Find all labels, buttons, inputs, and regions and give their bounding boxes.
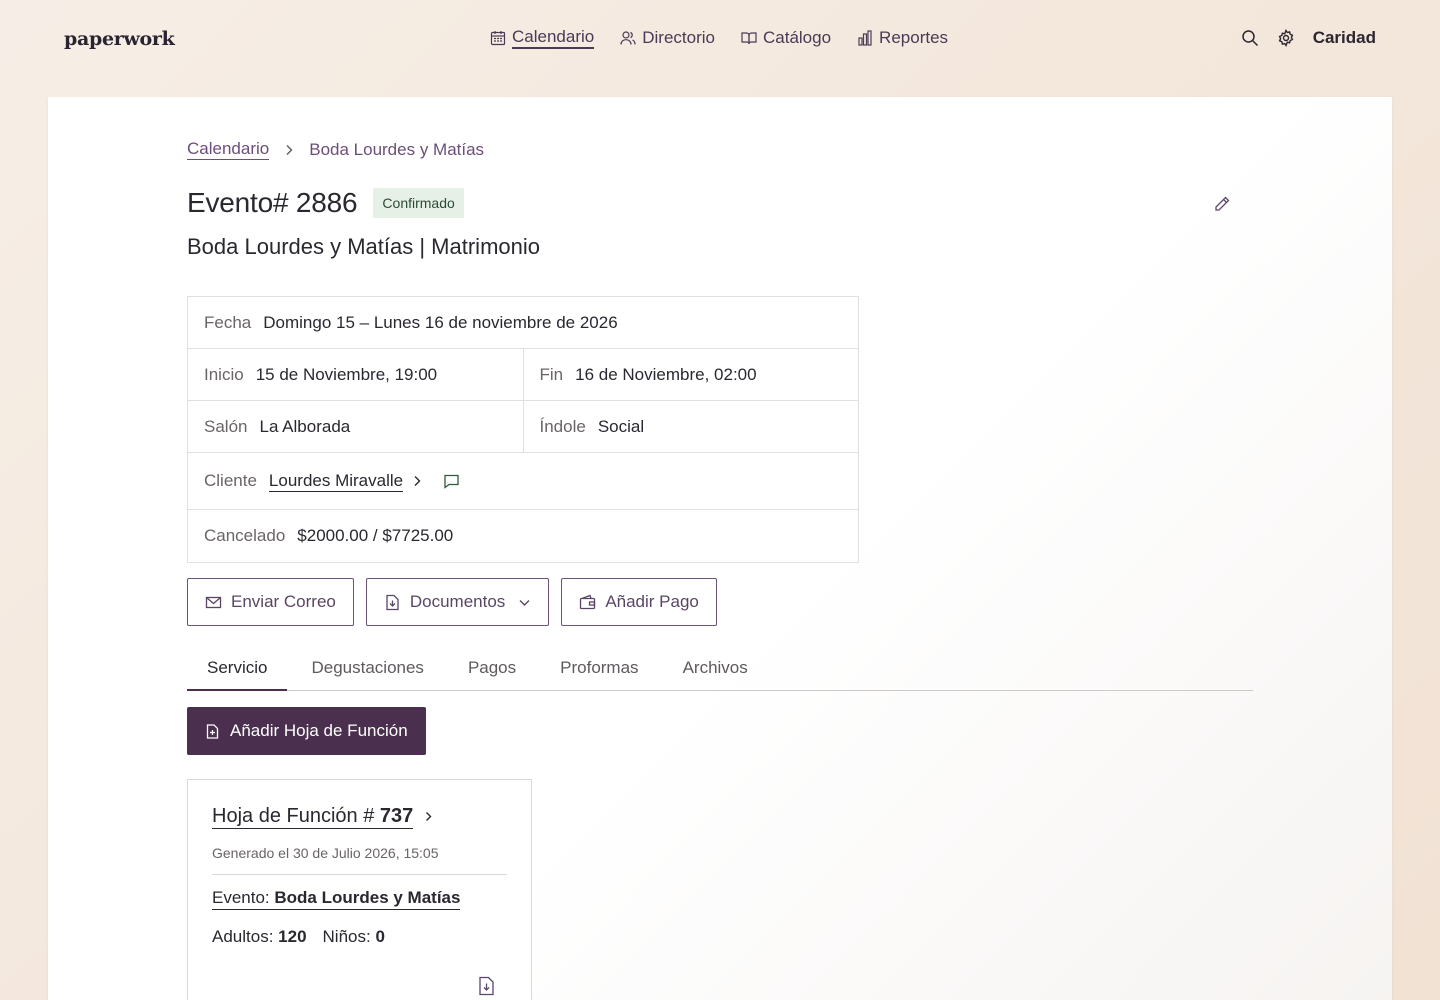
chevron-down-icon xyxy=(519,599,530,606)
cancelado-value: $2000.00 / $7725.00 xyxy=(297,526,454,545)
detail-cell: Salón La Alborada xyxy=(188,401,523,452)
detail-row-cliente: Cliente Lourdes Miravalle xyxy=(188,453,858,510)
detail-row-horario: Inicio 15 de Noviembre, 19:00 Fin 16 de … xyxy=(188,349,858,401)
tab-archivos[interactable]: Archivos xyxy=(663,646,768,690)
add-payment-label: Añadir Pago xyxy=(605,592,699,611)
user-name[interactable]: Caridad xyxy=(1313,28,1376,48)
children-label: Niños: xyxy=(322,927,376,946)
breadcrumb-link-calendario[interactable]: Calendario xyxy=(187,139,270,160)
documents-label: Documentos xyxy=(409,592,506,611)
fecha-value: Domingo 15 – Lunes 16 de noviembre de 20… xyxy=(263,312,618,332)
chevron-right-icon xyxy=(286,144,293,155)
cancelado-label: Cancelado xyxy=(204,526,286,545)
tab-servicio[interactable]: Servicio xyxy=(187,646,288,691)
chevron-right-icon[interactable] xyxy=(411,475,423,487)
book-icon xyxy=(741,32,757,45)
indole-label: Índole xyxy=(539,416,586,436)
top-bar: paperwork Calendario Directorio Catálogo… xyxy=(0,0,1440,80)
fin-label: Fin xyxy=(539,364,564,384)
function-sheet-card: Hoja de Función # 737 Generado el 30 de … xyxy=(187,779,532,1000)
tab-bar: Servicio Degustaciones Pagos Proformas A… xyxy=(187,646,1253,691)
detail-cell: Cancelado $2000.00 / $7725.00 xyxy=(188,510,858,562)
indole-value: Social xyxy=(597,416,645,436)
nav-item-calendario[interactable]: Calendario xyxy=(490,26,595,50)
status-badge: Confirmado xyxy=(373,188,464,218)
gear-icon[interactable] xyxy=(1277,29,1295,47)
nav-item-catalogo[interactable]: Catálogo xyxy=(741,26,831,50)
add-function-sheet-button[interactable]: Añadir Hoja de Función xyxy=(187,707,426,755)
detail-cell: Fin 16 de Noviembre, 02:00 xyxy=(522,349,859,400)
nav-item-directorio[interactable]: Directorio xyxy=(620,26,715,50)
salon-value: La Alborada xyxy=(259,416,351,436)
sheet-generated-date: Generado el 30 de Julio 2026, 15:05 xyxy=(212,845,507,875)
sheet-title-prefix: Hoja de Función # xyxy=(212,805,380,827)
documents-dropdown-button[interactable]: Documentos xyxy=(365,578,550,626)
sheet-title-link[interactable]: Hoja de Función # 737 xyxy=(212,804,414,829)
inicio-value: 15 de Noviembre, 19:00 xyxy=(255,364,438,384)
top-right-controls: Caridad xyxy=(1241,28,1376,48)
main-nav: Calendario Directorio Catálogo Reportes xyxy=(490,26,948,50)
file-plus-icon xyxy=(206,723,219,739)
children-value: 0 xyxy=(375,927,385,946)
nav-label: Reportes xyxy=(879,28,949,47)
chevron-right-icon[interactable] xyxy=(423,811,434,822)
message-icon[interactable] xyxy=(443,473,460,490)
adults-value: 120 xyxy=(278,927,307,946)
add-function-sheet-label: Añadir Hoja de Función xyxy=(230,721,408,740)
page-title: Evento# 2886 xyxy=(187,187,358,218)
detail-cell: Índole Social xyxy=(522,401,859,452)
sheet-event-label: Evento: xyxy=(212,888,275,907)
tab-pagos[interactable]: Pagos xyxy=(448,646,536,690)
pencil-icon[interactable] xyxy=(1213,195,1231,213)
send-email-label: Enviar Correo xyxy=(231,592,336,611)
fecha-label: Fecha xyxy=(204,312,252,332)
file-download-icon[interactable] xyxy=(478,976,495,996)
send-email-button[interactable]: Enviar Correo xyxy=(187,578,354,626)
fin-value: 16 de Noviembre, 02:00 xyxy=(575,364,757,384)
tab-degustaciones[interactable]: Degustaciones xyxy=(291,646,443,690)
adults-count: Adultos: 120 xyxy=(212,927,307,947)
search-icon[interactable] xyxy=(1241,29,1259,47)
detail-cell: Fecha Domingo 15 – Lunes 16 de noviembre… xyxy=(188,297,858,348)
tab-proformas[interactable]: Proformas xyxy=(540,646,658,690)
calendar-icon xyxy=(490,31,506,46)
nav-label: Directorio xyxy=(642,28,715,47)
nav-label: Calendario xyxy=(512,27,595,49)
bar-chart-icon xyxy=(858,30,872,46)
sheet-event-value: Boda Lourdes y Matías xyxy=(274,888,461,907)
sheet-number: 737 xyxy=(379,805,414,827)
children-count: Niños: 0 xyxy=(323,927,385,947)
event-details: Fecha Domingo 15 – Lunes 16 de noviembre… xyxy=(187,296,859,563)
nav-label: Catálogo xyxy=(762,28,832,47)
detail-cell: Cliente Lourdes Miravalle xyxy=(188,453,858,509)
client-link[interactable]: Lourdes Miravalle xyxy=(268,470,404,492)
users-icon xyxy=(620,31,636,45)
cliente-label: Cliente xyxy=(204,471,257,490)
event-subtitle: Boda Lourdes y Matías | Matrimonio xyxy=(187,234,540,259)
action-buttons: Enviar Correo Documentos Añadir Pago xyxy=(187,578,717,626)
sheet-guest-counts: Adultos: 120 Niños: 0 xyxy=(212,927,507,947)
adults-label: Adultos: xyxy=(212,927,279,946)
sheet-title: Hoja de Función # 737 xyxy=(212,804,507,829)
main-card: Calendario Boda Lourdes y Matías Evento#… xyxy=(48,97,1392,1000)
brand-logo[interactable]: paperwork xyxy=(64,28,175,50)
nav-item-reportes[interactable]: Reportes xyxy=(857,26,948,50)
detail-row-cancelado: Cancelado $2000.00 / $7725.00 xyxy=(188,510,858,562)
detail-cell: Inicio 15 de Noviembre, 19:00 xyxy=(188,349,523,400)
breadcrumb: Calendario Boda Lourdes y Matías xyxy=(187,139,484,160)
file-download-icon xyxy=(386,594,399,610)
title-row: Evento# 2886 Confirmado xyxy=(187,187,464,219)
wallet-icon xyxy=(580,594,596,609)
inicio-label: Inicio xyxy=(204,364,244,384)
detail-row-fecha: Fecha Domingo 15 – Lunes 16 de noviembre… xyxy=(188,297,858,349)
detail-row-lugar: Salón La Alborada Índole Social xyxy=(188,401,858,453)
sheet-event-link[interactable]: Evento: Boda Lourdes y Matías xyxy=(212,887,461,910)
add-payment-button[interactable]: Añadir Pago xyxy=(561,578,717,626)
mail-icon xyxy=(205,596,222,608)
breadcrumb-current: Boda Lourdes y Matías xyxy=(309,139,485,159)
salon-label: Salón xyxy=(204,416,248,436)
